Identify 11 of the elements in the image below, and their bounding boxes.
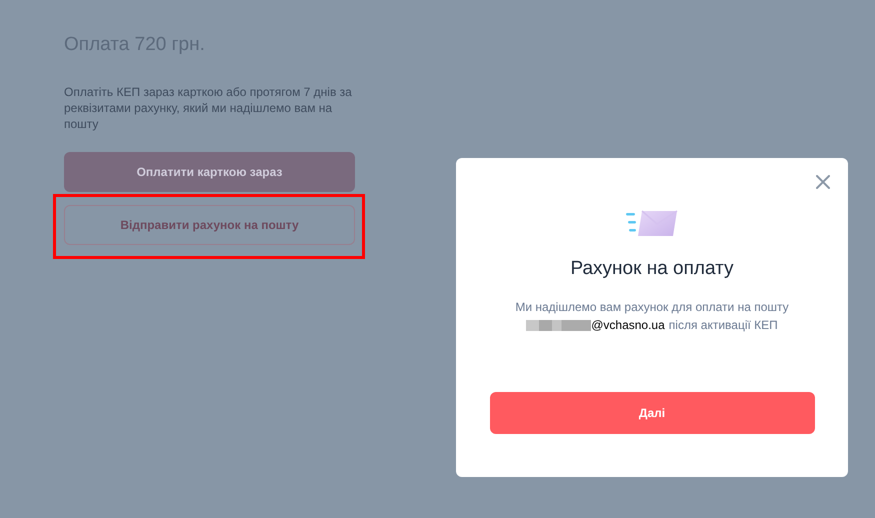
email-text: @vchasno.ua: [591, 317, 665, 334]
next-button[interactable]: Далі: [490, 392, 814, 434]
dialog-message: Ми надішлемо вам рахунок для оплати на пошту: [515, 299, 789, 316]
envelope-icon: [626, 210, 678, 238]
send-invoice-button[interactable]: Відправити рахунок на пошту: [64, 205, 355, 245]
pay-button[interactable]: Оплатити карткою зараз: [64, 152, 355, 192]
redacted-block: [526, 320, 592, 330]
dialog-title: Рахунок на оплату: [570, 258, 734, 280]
payment-description: Оплатіть КЕП зараз карткою або протягом 7 днів за реквізитами рахунку, який ми надішлемо вам на пошту: [64, 84, 353, 132]
dialog-message-end: після активації КЕП: [668, 317, 778, 334]
close-icon[interactable]: [816, 175, 830, 189]
